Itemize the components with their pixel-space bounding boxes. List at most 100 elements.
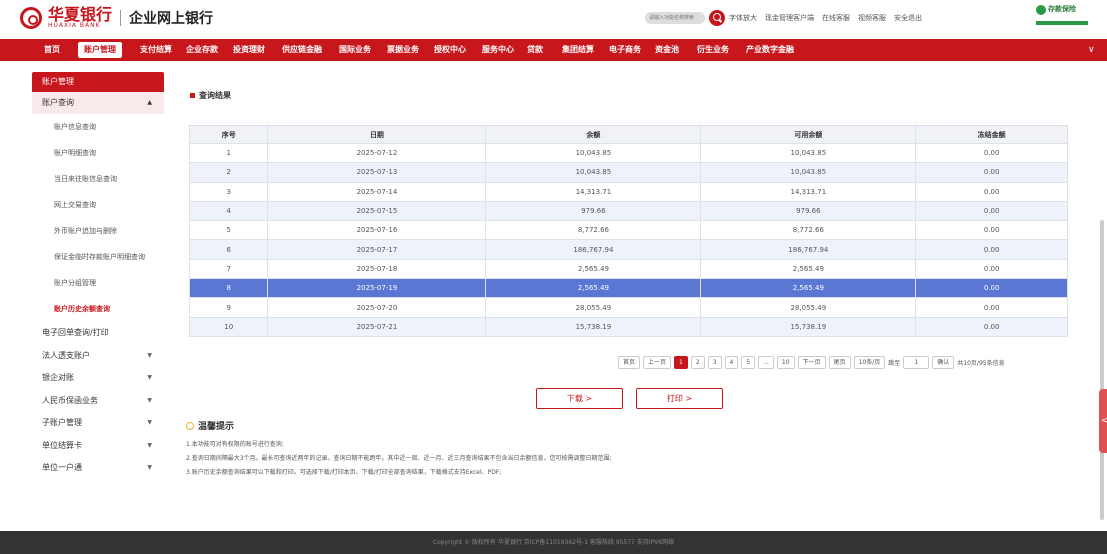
page-button[interactable]: 3 (707, 356, 722, 369)
table-row[interactable]: 5 2025-07-16 8,772.66 8,772.66 0.00 (188, 220, 1068, 241)
table-row[interactable]: 1 2025-07-12 10,043.85 10,043.85 0.00 (188, 142, 1068, 164)
sidebar-item[interactable]: 子账户管理 ▼ (32, 412, 164, 435)
table-cell: 1 (188, 142, 269, 164)
nav-item-account[interactable]: 账户管理 (78, 42, 122, 58)
sidebar-item-label: 单位结算卡 (42, 440, 82, 450)
print-button[interactable]: 打印 > (636, 388, 723, 409)
first-page-button[interactable]: 首页 (618, 356, 641, 369)
nav-item-ecommerce[interactable]: 电子商务 (609, 39, 641, 61)
sidebar-item[interactable]: 人民币保函业务 ▼ (32, 390, 164, 413)
sidebar-sub-item[interactable]: 账户信息查询 (32, 114, 164, 140)
table-cell: 2025-07-12 (267, 142, 487, 164)
table-row[interactable]: 10 2025-07-21 15,738.19 15,738.19 0.00 (188, 316, 1068, 337)
online-service-link[interactable]: 在线客服 (822, 13, 850, 23)
page-ellipsis: ... (758, 356, 774, 369)
table-cell: 10,043.85 (700, 162, 917, 183)
download-button[interactable]: 下载 > (536, 388, 623, 409)
sidebar-sub-item-active[interactable]: 账户历史余额查询 (32, 296, 164, 322)
goto-label: 跳至 (888, 360, 901, 367)
caret-up-icon: ▲ (147, 99, 152, 106)
page-size-select[interactable]: 10条/页 (853, 356, 886, 369)
nav-item-digital[interactable]: 产业数字金融 (746, 39, 794, 61)
search-input[interactable]: 请输入功能名称搜索 (645, 12, 705, 24)
sidebar-item-label: 电子回单查询/打印 (42, 328, 109, 337)
sidebar-sub-item[interactable]: 当日来往账信息查询 (32, 166, 164, 192)
cash-mgmt-link[interactable]: 现金管理客户端 (765, 13, 814, 23)
table-row[interactable]: 3 2025-07-14 14,313.71 14,313.71 0.00 (188, 181, 1068, 202)
bank-name: 华夏银行 (48, 5, 113, 24)
sidebar-item-label: 单位一户通 (42, 463, 82, 472)
table-cell: 9 (188, 297, 269, 318)
header-tools: 请输入功能名称搜索 字体放大 现金管理客户端 在线客服 视频客服 安全退出 (645, 10, 930, 26)
nav-item-payment[interactable]: 支付结算 (140, 39, 172, 61)
search-icon[interactable] (709, 10, 725, 26)
nav-item-intl[interactable]: 国际业务 (339, 39, 371, 61)
sidebar-sub-item[interactable]: 保证金临时存款账户明细查询 (32, 244, 164, 270)
video-service-link[interactable]: 视频客服 (858, 13, 886, 23)
sidebar-sub-item[interactable]: 外币账户追加与删除 (32, 218, 164, 244)
nav-item-loan[interactable]: 贷款 (527, 39, 543, 61)
nav-item-supply-chain[interactable]: 供应链金融 (282, 39, 322, 61)
caret-down-icon: ▼ (147, 441, 152, 449)
sidebar-item[interactable]: 银企对账 ▼ (32, 367, 164, 390)
next-page-button[interactable]: 下一页 (797, 356, 826, 369)
nav-item-invest[interactable]: 投资理财 (233, 39, 265, 61)
table-cell: 2,565.49 (700, 258, 917, 280)
table-cell: 0.00 (915, 200, 1068, 222)
sidebar-item[interactable]: 电子回单查询/打印 (32, 322, 164, 345)
sidebar-item[interactable]: 法人透支账户 ▼ (32, 345, 164, 368)
nav-item-service[interactable]: 服务中心 (482, 39, 514, 61)
side-float-tab[interactable]: < (1099, 389, 1107, 453)
sidebar-group-account-query[interactable]: 账户查询 ▲ (32, 92, 164, 114)
scrollbar[interactable] (1100, 220, 1104, 520)
page-button[interactable]: 5 (741, 356, 756, 369)
table-cell: 979.66 (485, 200, 702, 222)
table-cell: 28,055.49 (700, 297, 917, 318)
chevron-down-icon[interactable]: ∨ (1088, 39, 1095, 61)
table-cell: 0.00 (915, 239, 1068, 260)
table-cell: 2,565.49 (485, 278, 702, 299)
page-button[interactable]: 2 (690, 356, 705, 369)
table-row[interactable]: 7 2025-07-18 2,565.49 2,565.49 0.00 (188, 258, 1068, 280)
nav-item-home[interactable]: 首页 (44, 39, 60, 61)
logout-link[interactable]: 安全退出 (894, 13, 922, 23)
font-zoom-link[interactable]: 字体放大 (729, 13, 757, 23)
nav-item-group[interactable]: 集团结算 (562, 39, 594, 61)
goto-confirm-button[interactable]: 确认 (932, 356, 955, 369)
table-cell: 0.00 (915, 297, 1068, 318)
main-content: 查询结果 序号 日期 余额 可用余额 冻结金额 1 2025-07-12 10,04… (172, 72, 1088, 522)
sidebar-item[interactable]: 单位结算卡 ▼ (32, 435, 164, 458)
caret-down-icon: ▼ (147, 351, 152, 359)
page-button[interactable]: 4 (724, 356, 739, 369)
nav-item-bills[interactable]: 票据业务 (387, 39, 419, 61)
sidebar-item-label: 法人透支账户 (42, 350, 90, 360)
sidebar-title[interactable]: 账户管理 (32, 72, 164, 92)
table-cell: 15,738.19 (700, 316, 917, 337)
page-button[interactable]: 10 (776, 356, 795, 369)
table-row[interactable]: 9 2025-07-20 28,055.49 28,055.49 0.00 (188, 297, 1068, 318)
table-cell: 2025-07-20 (267, 297, 487, 318)
sidebar-sub-item[interactable]: 账户分组管理 (32, 270, 164, 296)
caret-down-icon: ▼ (147, 464, 152, 471)
sidebar-sub-item[interactable]: 账户明细查询 (32, 140, 164, 166)
sidebar-sub-item[interactable]: 网上交易查询 (32, 192, 164, 218)
nav-item-deposit[interactable]: 企业存款 (186, 39, 218, 61)
table-cell: 2,565.49 (485, 258, 702, 280)
table-row[interactable]: 6 2025-07-17 186,767.94 186,767.94 0.00 (188, 239, 1068, 260)
table-row[interactable]: 8 2025-07-19 2,565.49 2,565.49 0.00 (188, 278, 1068, 299)
prev-page-button[interactable]: 上一页 (643, 356, 672, 369)
nav-item-pool[interactable]: 资金池 (655, 39, 679, 61)
bank-logo[interactable]: 华夏银行 HUAXIA BANK 企业网上银行 (20, 7, 213, 29)
table-row[interactable]: 2 2025-07-13 10,043.85 10,043.85 0.00 (188, 162, 1068, 183)
nav-item-derivative[interactable]: 衍生业务 (697, 39, 729, 61)
nav-item-auth[interactable]: 授权中心 (434, 39, 466, 61)
last-page-button[interactable]: 尾页 (828, 356, 851, 369)
table-row[interactable]: 4 2025-07-15 979.66 979.66 0.00 (188, 200, 1068, 222)
table-cell: 7 (188, 258, 269, 280)
table-cell: 15,738.19 (485, 316, 702, 337)
table-cell: 2025-07-21 (267, 316, 487, 337)
page-button-current[interactable]: 1 (674, 356, 688, 369)
sidebar-item[interactable]: 单位一户通 ▼ (32, 457, 164, 480)
goto-page-input[interactable]: 1 (903, 356, 930, 369)
table-header-row: 序号 日期 余额 可用余额 冻结金额 (188, 125, 1068, 144)
